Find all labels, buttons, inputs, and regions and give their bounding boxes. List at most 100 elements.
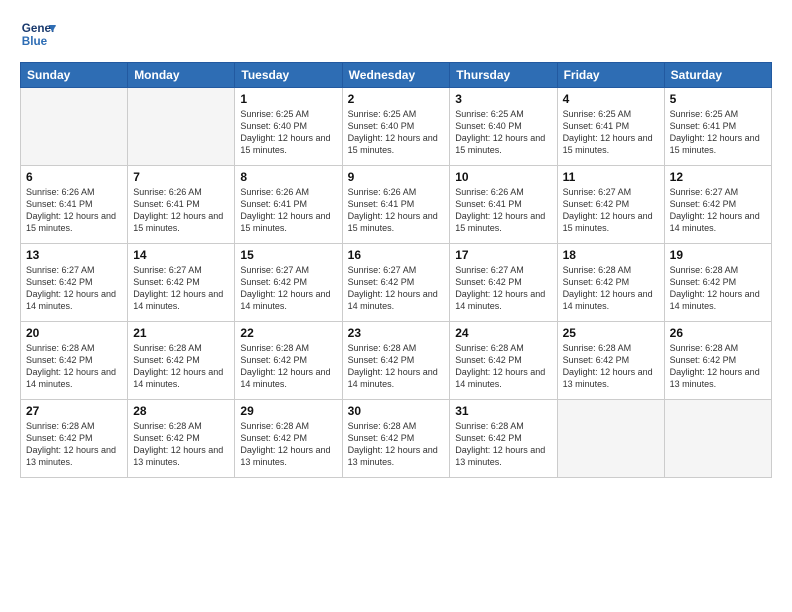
day-number: 7 [133,170,229,184]
day-number: 2 [348,92,445,106]
calendar-cell: 22Sunrise: 6:28 AMSunset: 6:42 PMDayligh… [235,322,342,400]
calendar-cell: 8 Sunrise: 6:26 AMSunset: 6:41 PMDaylight… [235,166,342,244]
week-row-1: 1Sunrise: 6:25 AMSunset: 6:40 PMDaylight… [21,88,772,166]
day-info: Sunrise: 6:28 AMSunset: 6:42 PMDaylight:… [670,264,766,313]
day-info: Sunrise: 6:28 AMSunset: 6:42 PMDaylight:… [133,342,229,391]
day-info: Sunrise: 6:27 AMSunset: 6:42 PMDaylight:… [563,186,659,235]
day-info: Sunrise: 6:26 AMSunset: 6:41 PMDaylight:… [348,186,445,235]
calendar-cell: 4 Sunrise: 6:25 AMSunset: 6:41 PMDaylight… [557,88,664,166]
logo: General Blue [20,16,56,52]
week-row-3: 13Sunrise: 6:27 AMSunset: 6:42 PMDayligh… [21,244,772,322]
col-header-sunday: Sunday [21,63,128,88]
calendar-cell: 26Sunrise: 6:28 AMSunset: 6:42 PMDayligh… [664,322,771,400]
week-row-5: 27 Sunrise: 6:28 AMSunset: 6:42 PMDayligh… [21,400,772,478]
day-info: Sunrise: 6:25 AMSunset: 6:41 PMDaylight:… [563,108,659,157]
day-info: Sunrise: 6:27 AMSunset: 6:42 PMDaylight:… [240,264,336,313]
calendar-cell: 7 Sunrise: 6:26 AMSunset: 6:41 PMDaylight… [128,166,235,244]
day-info: Sunrise: 6:28 AMSunset: 6:42 PMDaylight:… [348,342,445,391]
calendar-cell: 24 Sunrise: 6:28 AMSunset: 6:42 PMDayligh… [450,322,557,400]
calendar-cell: 9 Sunrise: 6:26 AMSunset: 6:41 PMDaylight… [342,166,450,244]
calendar-cell: 19 Sunrise: 6:28 AMSunset: 6:42 PMDayligh… [664,244,771,322]
calendar-cell: 16 Sunrise: 6:27 AMSunset: 6:42 PMDayligh… [342,244,450,322]
calendar-cell: 10Sunrise: 6:26 AMSunset: 6:41 PMDayligh… [450,166,557,244]
day-number: 23 [348,326,445,340]
day-info: Sunrise: 6:25 AMSunset: 6:41 PMDaylight:… [670,108,766,157]
day-info: Sunrise: 6:28 AMSunset: 6:42 PMDaylight:… [26,342,122,391]
col-header-friday: Friday [557,63,664,88]
day-number: 6 [26,170,122,184]
day-number: 5 [670,92,766,106]
calendar-cell: 21 Sunrise: 6:28 AMSunset: 6:42 PMDayligh… [128,322,235,400]
day-number: 15 [240,248,336,262]
day-info: Sunrise: 6:27 AMSunset: 6:42 PMDaylight:… [133,264,229,313]
calendar-cell [664,400,771,478]
col-header-thursday: Thursday [450,63,557,88]
day-number: 18 [563,248,659,262]
day-number: 29 [240,404,336,418]
day-number: 8 [240,170,336,184]
week-row-2: 6 Sunrise: 6:26 AMSunset: 6:41 PMDaylight… [21,166,772,244]
calendar-cell [557,400,664,478]
day-number: 30 [348,404,445,418]
day-number: 4 [563,92,659,106]
calendar-cell: 11 Sunrise: 6:27 AMSunset: 6:42 PMDayligh… [557,166,664,244]
day-info: Sunrise: 6:27 AMSunset: 6:42 PMDaylight:… [348,264,445,313]
calendar-cell: 28Sunrise: 6:28 AMSunset: 6:42 PMDayligh… [128,400,235,478]
day-info: Sunrise: 6:27 AMSunset: 6:42 PMDaylight:… [670,186,766,235]
day-number: 14 [133,248,229,262]
calendar-cell [128,88,235,166]
day-info: Sunrise: 6:28 AMSunset: 6:42 PMDaylight:… [455,420,551,469]
header: General Blue [20,16,772,52]
day-number: 24 [455,326,551,340]
day-info: Sunrise: 6:28 AMSunset: 6:42 PMDaylight:… [563,342,659,391]
day-number: 21 [133,326,229,340]
day-info: Sunrise: 6:26 AMSunset: 6:41 PMDaylight:… [133,186,229,235]
day-number: 12 [670,170,766,184]
day-number: 27 [26,404,122,418]
day-info: Sunrise: 6:28 AMSunset: 6:42 PMDaylight:… [455,342,551,391]
day-number: 19 [670,248,766,262]
day-number: 16 [348,248,445,262]
calendar-cell: 3 Sunrise: 6:25 AMSunset: 6:40 PMDaylight… [450,88,557,166]
calendar-cell: 15 Sunrise: 6:27 AMSunset: 6:42 PMDayligh… [235,244,342,322]
day-number: 25 [563,326,659,340]
calendar-cell: 5 Sunrise: 6:25 AMSunset: 6:41 PMDaylight… [664,88,771,166]
page: General Blue SundayMondayTuesdayWednesda… [0,0,792,612]
day-info: Sunrise: 6:27 AMSunset: 6:42 PMDaylight:… [26,264,122,313]
day-info: Sunrise: 6:28 AMSunset: 6:42 PMDaylight:… [348,420,445,469]
day-number: 3 [455,92,551,106]
day-info: Sunrise: 6:25 AMSunset: 6:40 PMDaylight:… [348,108,445,157]
day-info: Sunrise: 6:28 AMSunset: 6:42 PMDaylight:… [240,420,336,469]
calendar-cell: 18 Sunrise: 6:28 AMSunset: 6:42 PMDayligh… [557,244,664,322]
day-info: Sunrise: 6:28 AMSunset: 6:42 PMDaylight:… [563,264,659,313]
day-number: 11 [563,170,659,184]
calendar-cell: 30 Sunrise: 6:28 AMSunset: 6:42 PMDayligh… [342,400,450,478]
calendar-cell: 29 Sunrise: 6:28 AMSunset: 6:42 PMDayligh… [235,400,342,478]
calendar-cell: 27 Sunrise: 6:28 AMSunset: 6:42 PMDayligh… [21,400,128,478]
calendar-header-row: SundayMondayTuesdayWednesdayThursdayFrid… [21,63,772,88]
day-number: 17 [455,248,551,262]
col-header-wednesday: Wednesday [342,63,450,88]
col-header-tuesday: Tuesday [235,63,342,88]
generalblue-logo-icon: General Blue [20,16,56,52]
day-info: Sunrise: 6:28 AMSunset: 6:42 PMDaylight:… [26,420,122,469]
day-info: Sunrise: 6:26 AMSunset: 6:41 PMDaylight:… [26,186,122,235]
calendar-cell: 2 Sunrise: 6:25 AMSunset: 6:40 PMDaylight… [342,88,450,166]
calendar-cell: 13Sunrise: 6:27 AMSunset: 6:42 PMDayligh… [21,244,128,322]
day-info: Sunrise: 6:25 AMSunset: 6:40 PMDaylight:… [240,108,336,157]
calendar-cell: 25 Sunrise: 6:28 AMSunset: 6:42 PMDayligh… [557,322,664,400]
day-info: Sunrise: 6:28 AMSunset: 6:42 PMDaylight:… [240,342,336,391]
calendar-cell [21,88,128,166]
calendar-cell: 23 Sunrise: 6:28 AMSunset: 6:42 PMDayligh… [342,322,450,400]
day-number: 9 [348,170,445,184]
day-info: Sunrise: 6:26 AMSunset: 6:41 PMDaylight:… [240,186,336,235]
day-info: Sunrise: 6:25 AMSunset: 6:40 PMDaylight:… [455,108,551,157]
calendar: SundayMondayTuesdayWednesdayThursdayFrid… [20,62,772,478]
day-number: 28 [133,404,229,418]
calendar-cell: 17Sunrise: 6:27 AMSunset: 6:42 PMDayligh… [450,244,557,322]
day-number: 10 [455,170,551,184]
day-number: 20 [26,326,122,340]
col-header-saturday: Saturday [664,63,771,88]
col-header-monday: Monday [128,63,235,88]
svg-text:Blue: Blue [22,35,48,48]
